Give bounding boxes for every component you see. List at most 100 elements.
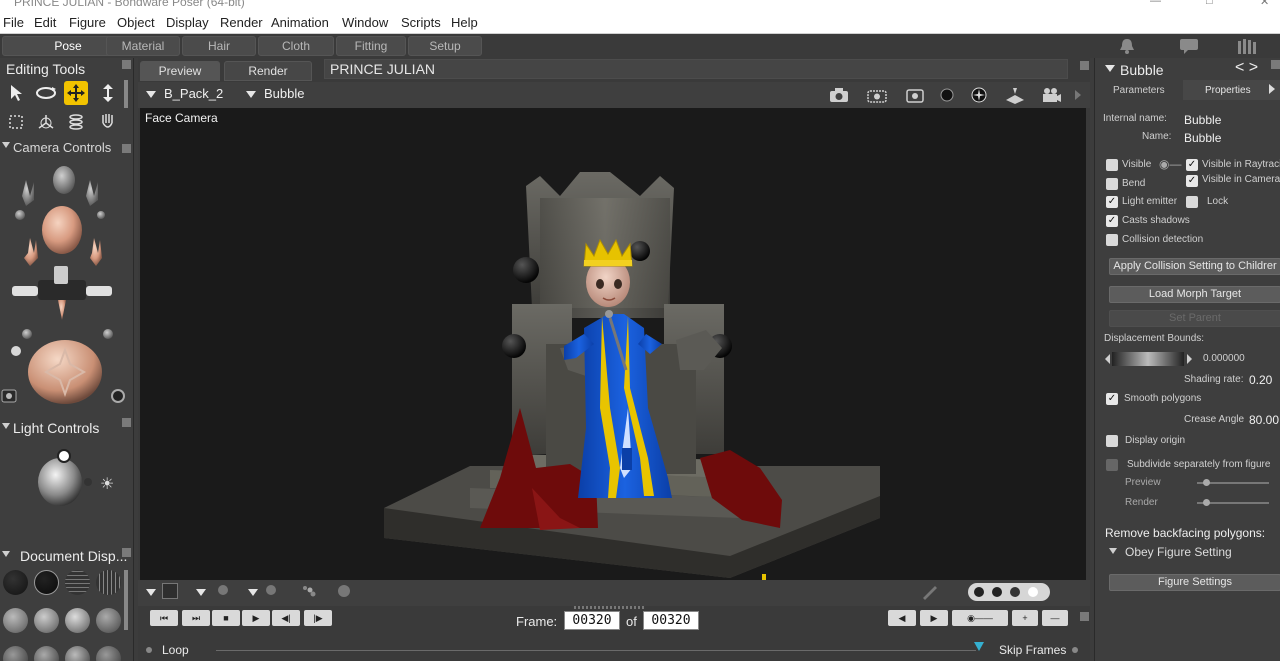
minimize-icon[interactable]: —	[1150, 0, 1161, 7]
pen-tool-icon[interactable]	[920, 582, 940, 600]
skip-frames-radio[interactable]	[1072, 647, 1078, 653]
editing-tools-scrollbar[interactable]	[124, 80, 128, 108]
shading-rate-field[interactable]: 0.20	[1249, 373, 1272, 387]
background-ball-icon[interactable]	[266, 585, 276, 595]
camera-controls-expand-icon[interactable]	[2, 142, 10, 148]
display-mode-dot-4[interactable]	[1028, 587, 1038, 597]
translate-in-out-tool-icon[interactable]	[96, 81, 120, 105]
grab-tool-icon[interactable]	[96, 110, 120, 134]
smooth-polygons-checkbox[interactable]: ✓	[1106, 393, 1118, 405]
translate-tool-icon[interactable]	[64, 81, 88, 105]
go-to-end-button[interactable]: ⏭	[182, 610, 210, 626]
menu-file[interactable]: File	[3, 15, 24, 30]
display-style-lit[interactable]	[65, 646, 90, 661]
previous-frame-button[interactable]: ◀|	[272, 610, 300, 626]
close-icon[interactable]: ✕	[1260, 0, 1269, 8]
timeline-playhead[interactable]	[974, 642, 984, 651]
display-style-silhouette[interactable]	[3, 570, 28, 595]
light-controls-collapse-button[interactable]	[122, 418, 131, 427]
shading-ball-icon[interactable]	[338, 585, 350, 597]
light-controls-expand-icon[interactable]	[2, 423, 10, 429]
document-collapse-button[interactable]	[1080, 61, 1089, 70]
display-mode-dot-2[interactable]	[992, 587, 1002, 597]
display-style-smooth-shaded[interactable]	[65, 608, 90, 633]
displacement-dial[interactable]	[1112, 352, 1184, 366]
display-style-cartoon[interactable]	[3, 646, 28, 661]
camera-icon[interactable]	[828, 86, 850, 104]
maximize-icon[interactable]: □	[1206, 0, 1213, 7]
animation-collapse-button[interactable]	[1080, 612, 1089, 621]
light-controls-widget[interactable]: ☀	[30, 446, 120, 512]
movie-camera-icon[interactable]	[1040, 86, 1062, 104]
menu-figure[interactable]: Figure	[69, 15, 106, 30]
multi-ball-icon[interactable]	[302, 584, 316, 597]
obey-figure-setting-select[interactable]: Obey Figure Setting	[1125, 545, 1232, 559]
ground-plane-icon[interactable]	[1004, 86, 1026, 104]
display-style-outline[interactable]	[34, 570, 59, 595]
select-tool-icon[interactable]	[4, 81, 28, 105]
animation-drag-handle[interactable]	[574, 606, 644, 609]
preview-subdivision-knob[interactable]	[1203, 479, 1210, 486]
tabs-scroll-right-icon[interactable]	[1269, 84, 1275, 94]
render-subdivision-knob[interactable]	[1203, 499, 1210, 506]
current-frame-field[interactable]: 00320	[564, 611, 620, 630]
nav-arrows-icon[interactable]: < >	[1235, 59, 1258, 77]
visible-checkbox[interactable]: ✓	[1106, 159, 1118, 171]
chevron-right-icon[interactable]	[1072, 86, 1084, 104]
background-color-swatch[interactable]	[162, 583, 178, 599]
display-style-wireframe[interactable]	[65, 570, 90, 595]
display-mode-dot-1[interactable]	[974, 587, 984, 597]
tab-properties[interactable]: Properties	[1205, 85, 1251, 96]
display-style-hidden-line[interactable]	[96, 570, 121, 595]
library-icon[interactable]	[1236, 37, 1258, 55]
remove-keyframe-button[interactable]: —	[1042, 610, 1068, 626]
collision-detection-checkbox[interactable]: ✓	[1106, 234, 1118, 246]
apply-collision-button[interactable]: Apply Collision Setting to Childrer	[1109, 258, 1280, 275]
document-display-expand-icon[interactable]	[2, 551, 10, 557]
tab-render[interactable]: Render	[224, 61, 312, 81]
display-style-flat-shaded[interactable]	[34, 608, 59, 633]
display-style-preview[interactable]	[96, 646, 121, 661]
figure-selector[interactable]: B_Pack_2	[146, 86, 223, 101]
play-button[interactable]: ▶	[242, 610, 270, 626]
shadow-menu-icon[interactable]	[146, 589, 156, 596]
room-tab-cloth[interactable]: Cloth	[258, 36, 334, 56]
subdivide-separately-checkbox[interactable]: ✓	[1106, 459, 1118, 471]
crease-angle-field[interactable]: 80.00	[1249, 413, 1279, 427]
properties-collapse-button[interactable]	[1271, 60, 1280, 69]
tab-preview[interactable]: Preview	[140, 61, 220, 81]
menu-scripts[interactable]: Scripts	[401, 15, 441, 30]
room-tab-fitting[interactable]: Fitting	[336, 36, 406, 56]
twist-tool-icon[interactable]	[34, 110, 58, 134]
timeline-track[interactable]	[216, 650, 976, 651]
menu-display[interactable]: Display	[166, 15, 209, 30]
display-mode-switcher[interactable]	[968, 583, 1050, 601]
room-tab-hair[interactable]: Hair	[182, 36, 256, 56]
display-style-texture-shaded[interactable]	[96, 608, 121, 633]
light-emitter-checkbox[interactable]: ✓	[1106, 196, 1118, 208]
lock-checkbox[interactable]: ✓	[1186, 196, 1198, 208]
3d-viewport[interactable]: Face Camera	[140, 108, 1086, 580]
keyframe-key-icon[interactable]: ◉——	[952, 610, 1008, 626]
background-menu-icon[interactable]	[248, 589, 258, 596]
tab-parameters[interactable]: Parameters	[1113, 85, 1165, 96]
displacement-decrement-icon[interactable]	[1105, 354, 1110, 364]
room-tab-material[interactable]: Material	[106, 36, 180, 56]
go-to-start-button[interactable]: ⏮	[150, 610, 178, 626]
visible-in-camera-checkbox[interactable]: ✓	[1186, 175, 1198, 187]
name-field[interactable]: Bubble	[1184, 131, 1221, 145]
display-mode-dot-3[interactable]	[1010, 587, 1020, 597]
rotate-tool-icon[interactable]	[34, 81, 58, 105]
scale-tool-icon[interactable]	[4, 110, 28, 134]
casts-shadows-checkbox[interactable]: ✓	[1106, 215, 1118, 227]
bell-icon[interactable]	[1116, 37, 1138, 55]
displacement-value[interactable]: 0.000000	[1203, 353, 1245, 364]
document-display-scrollbar[interactable]	[124, 570, 128, 630]
add-keyframe-button[interactable]: +	[1012, 610, 1038, 626]
menu-help[interactable]: Help	[451, 15, 478, 30]
render-preview-icon[interactable]	[904, 86, 926, 104]
menu-animation[interactable]: Animation	[271, 15, 329, 30]
displacement-increment-icon[interactable]	[1187, 354, 1192, 364]
load-morph-target-button[interactable]: Load Morph Target	[1109, 286, 1280, 303]
chevron-down-icon[interactable]	[1109, 548, 1117, 554]
